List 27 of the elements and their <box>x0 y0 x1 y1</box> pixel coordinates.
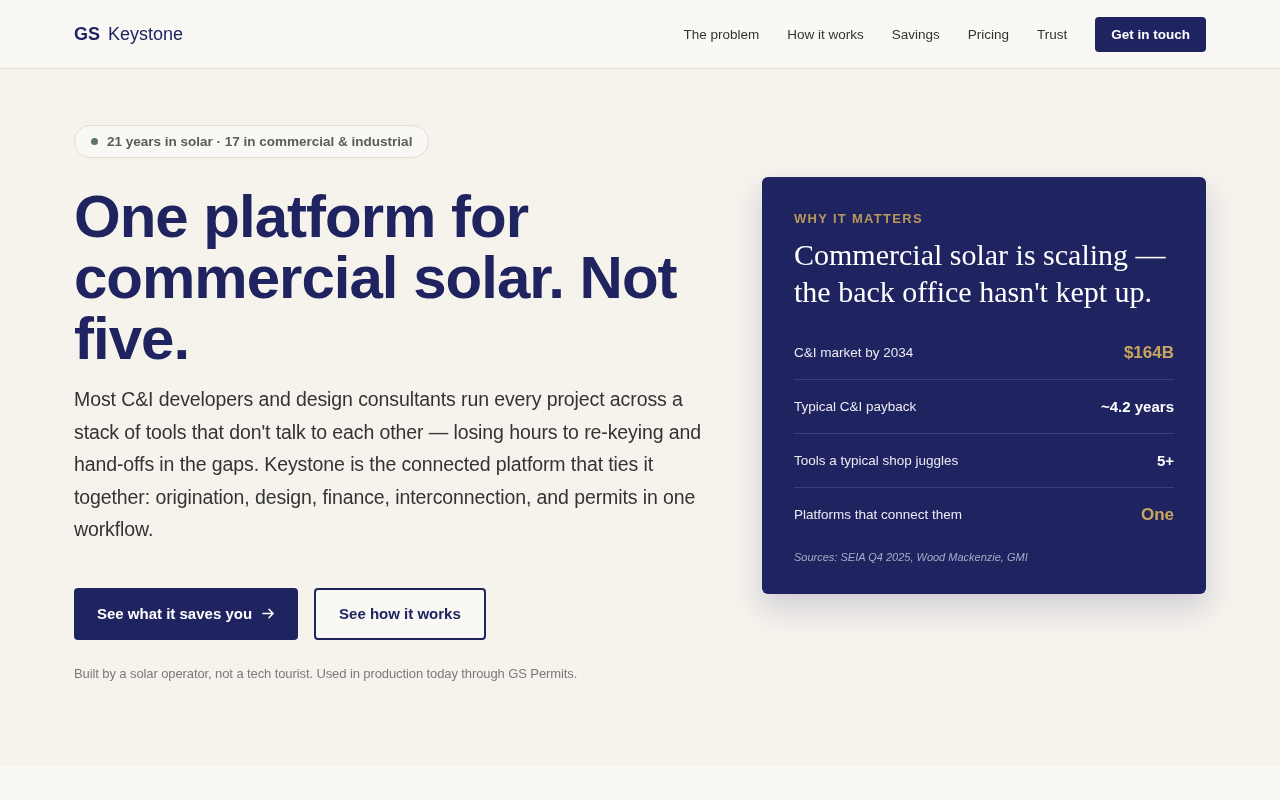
arrow-right-icon <box>262 607 276 620</box>
dot-icon <box>91 138 98 145</box>
nav-link[interactable]: The problem <box>683 26 760 42</box>
logo-mark[interactable]: GS <box>74 23 100 45</box>
nav-link[interactable]: How it works <box>787 26 864 42</box>
stat-value: ~4.2 years <box>1101 398 1174 415</box>
sources-note: Sources: SEIA Q4 2025, Wood Mackenzie, GMI <box>794 551 1029 563</box>
stat-value: 5+ <box>1156 452 1174 469</box>
hero-title: One platform for commercial solar. Not five. <box>74 186 678 369</box>
see-how-button[interactable]: See how it works <box>314 587 486 640</box>
experience-badge: 21 years in solar · 17 in commercial & industrial <box>74 125 430 158</box>
hero-description: Most C&I developers and design consultants run every project across a stack of tools that don't talk to each other — losing hours to re-keying and hand-offs in the gaps. Keystone is the connected platform that ties it together: origination, design, finance, interconnection, and permits in one workflow. <box>74 387 702 542</box>
nav-link[interactable]: Trust <box>1037 26 1068 42</box>
nav-link[interactable]: Pricing <box>967 26 1009 42</box>
card-eyebrow: WHY IT MATTERS <box>794 211 924 226</box>
hero-note: Built by a solar operator, not a tech tourist. Used in production today through GS Permits. <box>74 665 579 681</box>
stat-value: One <box>1140 504 1174 525</box>
get-in-touch-button[interactable]: Get in touch <box>1095 16 1206 52</box>
card-title: Commercial solar is scaling — the back office hasn't kept up. <box>794 237 1167 310</box>
stat-label: Tools a typical shop juggles <box>794 453 959 468</box>
see-savings-button[interactable]: See what it saves you <box>74 587 299 640</box>
stat-label: Platforms that connect them <box>794 507 963 522</box>
nav-link[interactable]: Savings <box>891 26 940 42</box>
logo-text[interactable]: Keystone <box>108 23 184 45</box>
stat-value: $164B <box>1123 342 1174 363</box>
stat-label: C&I market by 2034 <box>794 345 914 360</box>
stat-label: Typical C&I payback <box>794 399 917 414</box>
